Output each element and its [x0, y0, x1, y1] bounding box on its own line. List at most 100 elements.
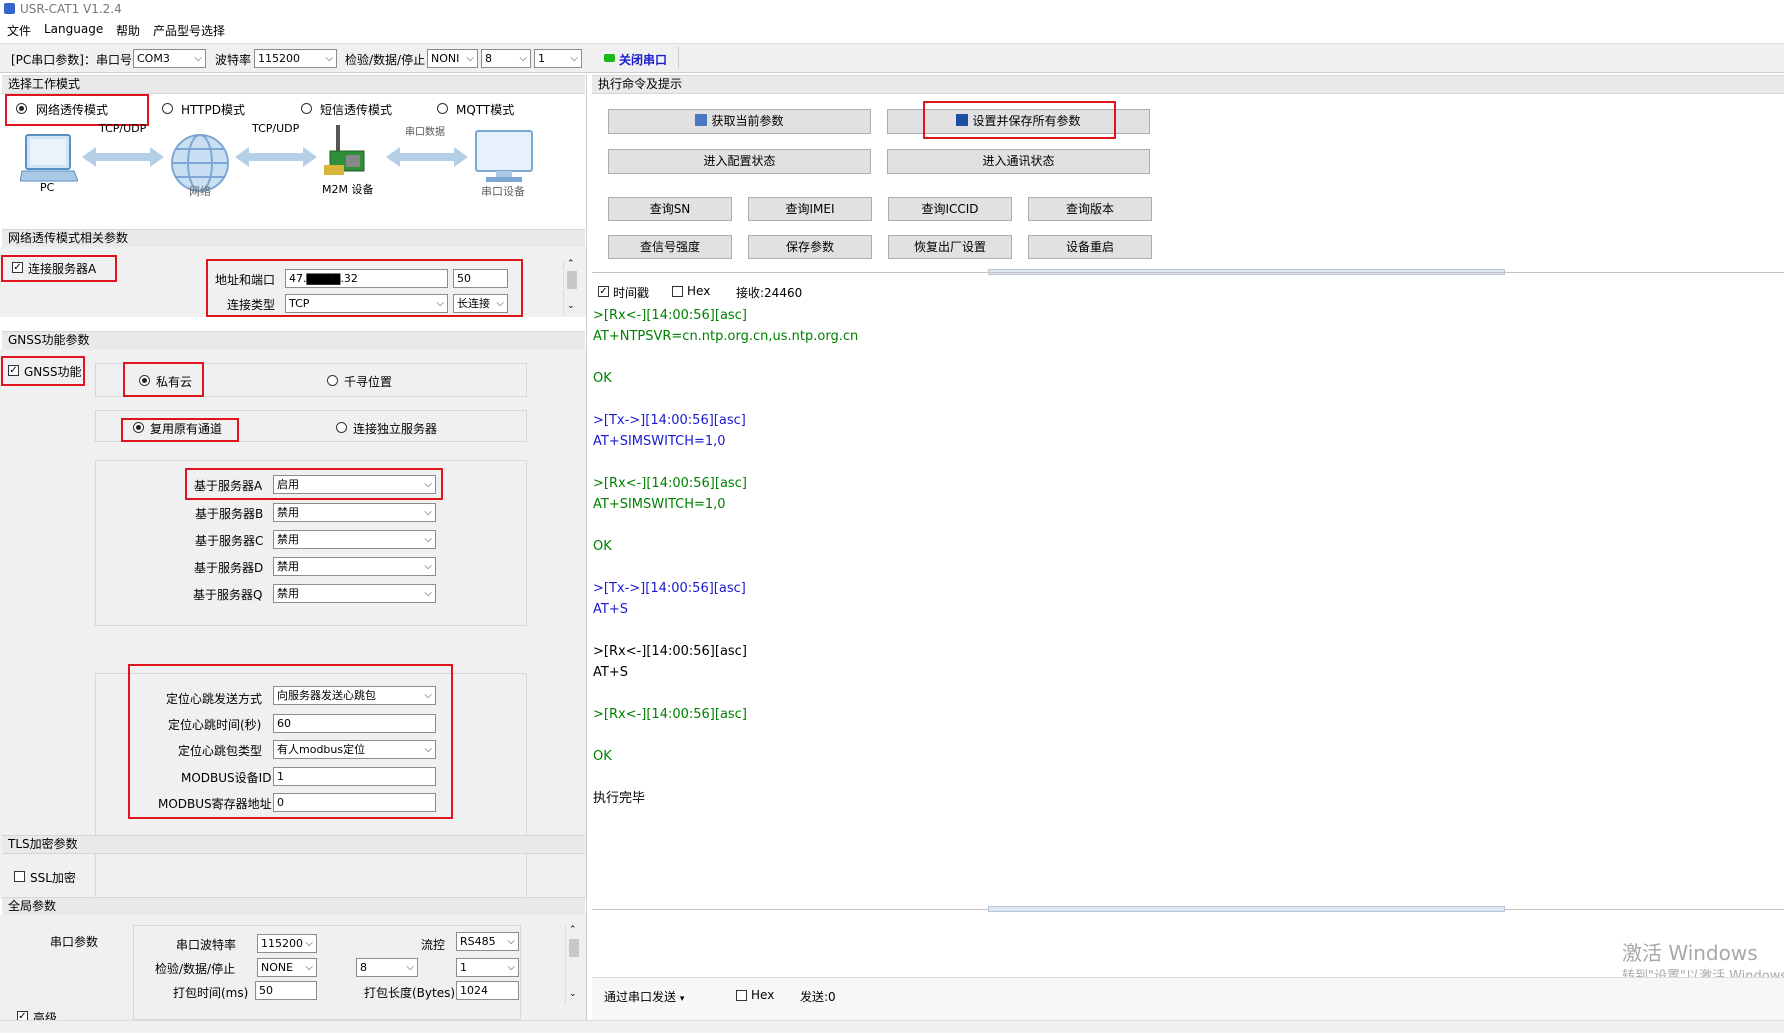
flow-select[interactable]: RS485 ⌵ [456, 932, 519, 951]
checkbox-icon [672, 286, 683, 297]
server-b-based-select[interactable]: 禁用 ⌵ [273, 503, 436, 522]
g-stop-select[interactable]: 1 ⌵ [456, 958, 519, 977]
net-params-header: 网络透传模式相关参数 [2, 229, 585, 248]
factory-reset-button[interactable]: 恢复出厂设置 [888, 235, 1012, 259]
parity-select[interactable]: NONI ⌵ [427, 49, 478, 68]
highlight-box [123, 362, 204, 397]
chevron-down-icon: ⌵ [507, 936, 515, 947]
net-label: 网络 [189, 185, 211, 198]
server-d-based-label: 基于服务器D [194, 561, 264, 575]
chevron-down-icon: ⌵ [507, 962, 515, 973]
get-params-label: 获取当前参数 [711, 114, 784, 128]
query-iccid-button[interactable]: 查询ICCID [888, 197, 1012, 221]
stop-bits-select[interactable]: 1 ⌵ [534, 49, 582, 68]
link2-label: TCP/UDP [252, 122, 300, 135]
pc-label: PC [40, 181, 55, 194]
chevron-down-icon: ⌵ [325, 53, 333, 64]
highlight-box [206, 259, 523, 317]
data-bits-select[interactable]: 8 ⌵ [481, 49, 531, 68]
network-diagram: PC TCP/UDP 网络 TCP/UDP M2M 设备 串口数据 串口设备 [0, 122, 586, 225]
menu-file[interactable]: 文件 [7, 22, 31, 39]
menu-bar: 文件 Language 帮助 产品型号选择 [0, 20, 1784, 39]
reboot-button[interactable]: 设备重启 [1028, 235, 1152, 259]
pack-time-input[interactable]: 50 [255, 981, 317, 1000]
query-imei-button[interactable]: 查询IMEI [748, 197, 872, 221]
checkbox-icon [736, 990, 747, 1001]
log-line: >[Rx<-][14:00:56][asc] [593, 644, 747, 659]
send-hex-label: Hex [751, 988, 775, 1002]
status-strip [0, 1020, 1784, 1033]
menu-language[interactable]: Language [44, 22, 103, 36]
tls-header: TLS加密参数 [2, 835, 585, 854]
sent-count: 发送:0 [800, 990, 836, 1004]
log-line: AT+S [593, 665, 628, 680]
log-line: >[Tx->][14:00:56][asc] [593, 581, 746, 596]
query-version-button[interactable]: 查询版本 [1028, 197, 1152, 221]
g-data-select[interactable]: 8 ⌵ [356, 958, 418, 977]
checkbox-icon [14, 871, 25, 882]
scroll-thumb [569, 939, 579, 957]
highlight-box [1, 356, 85, 386]
chevron-down-icon: ⌵ [194, 53, 202, 64]
server-c-based-select[interactable]: 禁用 ⌵ [273, 530, 436, 549]
log-line: >[Rx<-][14:00:56][asc] [593, 707, 747, 722]
send-via-label: 通过串口发送 [604, 990, 677, 1004]
menu-product-model[interactable]: 产品型号选择 [153, 22, 225, 39]
double-arrow-icon [82, 147, 164, 167]
signal-strength-button[interactable]: 查信号强度 [608, 235, 732, 259]
chevron-down-icon: ⌵ [424, 507, 432, 518]
pc-icon [20, 134, 78, 182]
server-q-based-select[interactable]: 禁用 ⌵ [273, 584, 436, 603]
splitter-handle[interactable] [988, 906, 1505, 912]
highlight-box [121, 418, 239, 442]
serial-toolbar: [PC串口参数]：串口号 COM3 ⌵ 波特率 115200 ⌵ 检验/数据/停止 … [0, 43, 1784, 73]
server-b-based-label: 基于服务器B [195, 507, 264, 521]
radio-icon [336, 422, 347, 433]
splitter-line [592, 272, 1784, 273]
g-baud-select[interactable]: 115200 ⌵ [257, 934, 317, 953]
menu-help[interactable]: 帮助 [116, 22, 140, 39]
pack-len-input[interactable]: 1024 [456, 981, 519, 1000]
gnss-header: GNSS功能参数 [2, 331, 585, 350]
log-line: OK [593, 749, 612, 764]
get-params-button[interactable]: 获取当前参数 [608, 109, 871, 134]
m2m-device-icon [324, 125, 365, 175]
send-area[interactable] [592, 913, 1784, 973]
log-line: >[Rx<-][14:00:56][asc] [593, 308, 747, 323]
send-via-dropdown[interactable]: 通过串口发送 ▾ [604, 988, 684, 1005]
log-line: AT+NTPSVR=cn.ntp.org.cn,us.ntp.org.cn [593, 329, 859, 344]
ssl-label: SSL加密 [30, 871, 76, 885]
highlight-box [1, 255, 117, 282]
serial-port-select[interactable]: COM3 ⌵ [133, 49, 206, 68]
flow-label: 流控 [421, 938, 446, 952]
server-d-based-select[interactable]: 禁用 ⌵ [273, 557, 436, 576]
parity-label: 检验/数据/停止 [345, 53, 426, 67]
highlight-box [923, 101, 1116, 139]
link3-label: 串口数据 [405, 127, 445, 138]
save-params-button[interactable]: 保存参数 [748, 235, 872, 259]
global-scrollbar[interactable]: ⌃ ⌄ [565, 925, 582, 1005]
chevron-down-icon: ⌵ [519, 53, 527, 64]
independent-server-label: 连接独立服务器 [353, 422, 438, 436]
server-c-based-label: 基于服务器C [195, 534, 264, 548]
baud-select[interactable]: 115200 ⌵ [254, 49, 337, 68]
status-led-icon [604, 54, 615, 62]
log-area[interactable]: >[Rx<-][14:00:56][asc] AT+NTPSVR=cn.ntp.… [593, 305, 1778, 945]
activation-watermark-title: 激活 Windows [1622, 941, 1758, 965]
caret-down-icon: ▾ [679, 994, 685, 1004]
enter-comm-button[interactable]: 进入通讯状态 [887, 149, 1150, 174]
enter-config-button[interactable]: 进入配置状态 [608, 149, 871, 174]
mode-label: MQTT模式 [456, 103, 515, 117]
scroll-down-icon: ⌄ [567, 301, 575, 311]
close-port-button[interactable]: 关闭串口 [598, 47, 679, 69]
net-params-scrollbar[interactable]: ⌃ ⌄ [563, 259, 580, 317]
radio-icon [437, 103, 448, 114]
query-sn-button[interactable]: 查询SN [608, 197, 732, 221]
hex-label: Hex [687, 284, 711, 298]
g-parity-select[interactable]: NONE ⌵ [257, 958, 317, 977]
